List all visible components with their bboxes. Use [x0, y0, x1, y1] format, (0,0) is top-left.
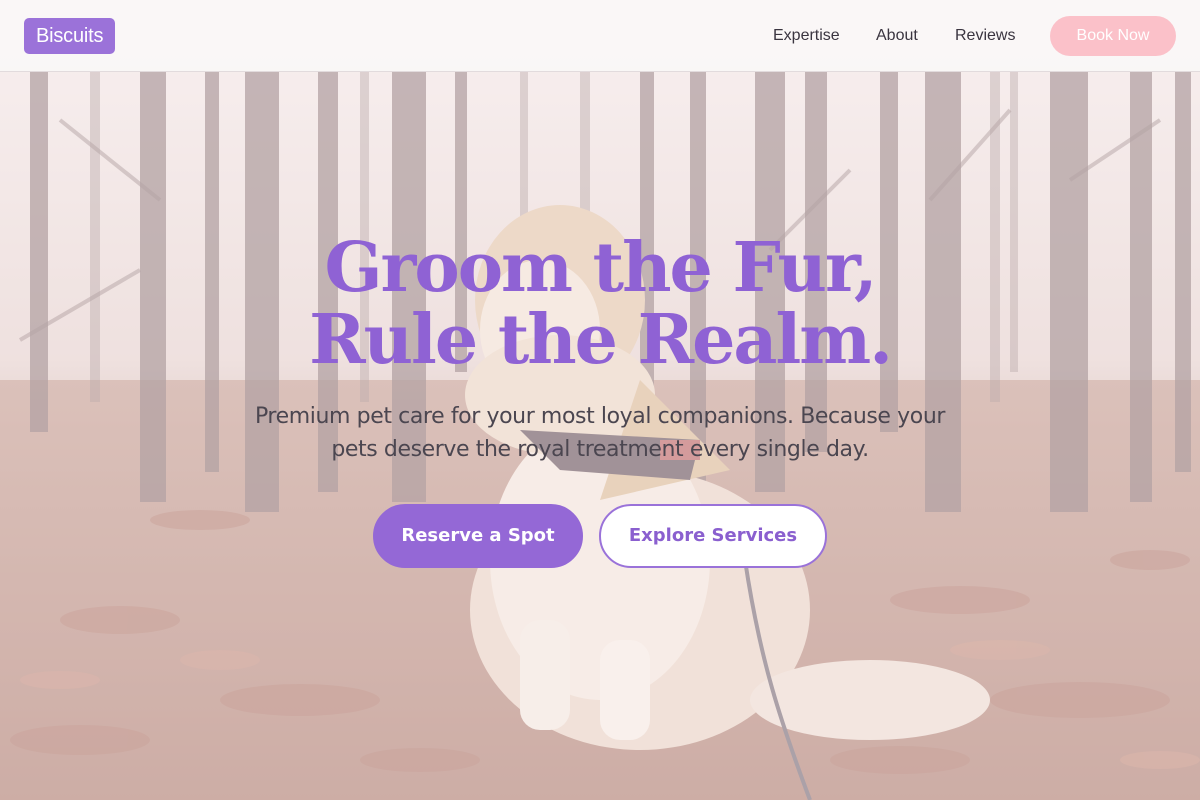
site-header: Biscuits Expertise About Reviews Book No…	[0, 0, 1200, 72]
nav-item-reviews[interactable]: Reviews	[955, 0, 1015, 72]
brand-logo[interactable]: Biscuits	[24, 18, 116, 54]
explore-services-button[interactable]: Explore Services	[599, 504, 827, 568]
hero-headline-line-2: Rule the Realm.	[309, 300, 893, 380]
hero-headline: Groom the Fur, Rule the Realm.	[0, 232, 1200, 376]
nav-item-expertise[interactable]: Expertise	[773, 0, 840, 72]
nav-item-about[interactable]: About	[876, 0, 918, 72]
hero-headline-line-1: Groom the Fur,	[324, 228, 877, 308]
book-now-button[interactable]: Book Now	[1050, 16, 1176, 56]
reserve-spot-button[interactable]: Reserve a Spot	[373, 504, 583, 568]
hero-subtitle: Premium pet care for your most loyal com…	[254, 404, 946, 462]
